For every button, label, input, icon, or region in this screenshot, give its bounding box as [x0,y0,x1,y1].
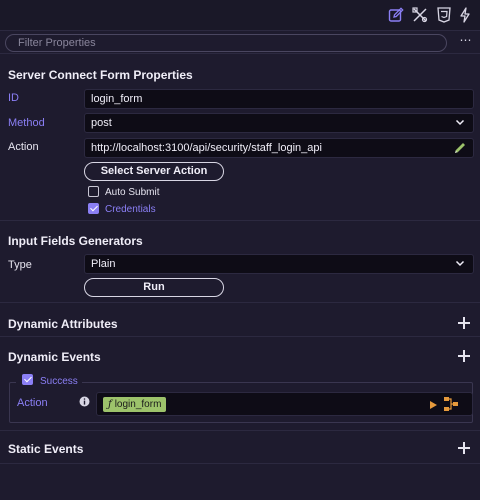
run-button[interactable]: Run [84,278,224,297]
type-select[interactable]: Plain [84,254,474,274]
event-action-field[interactable]: ƒ login_form [96,392,473,416]
properties-toolbar [0,0,480,30]
action-label: Action [8,141,39,153]
tools-icon[interactable] [411,6,429,24]
event-action-label: Action [17,397,48,409]
add-dynamic-event-icon[interactable] [458,350,470,362]
credentials-checkbox[interactable] [88,203,99,214]
input-generators-title: Input Fields Generators [8,234,143,248]
divider [0,430,480,431]
form-properties-title: Server Connect Form Properties [8,68,193,82]
auto-submit-label: Auto Submit [105,187,160,198]
chevron-down-icon [455,260,465,267]
type-label: Type [8,259,32,271]
filter-bar: ⋯ [0,30,480,54]
id-input[interactable]: login_form [84,89,474,109]
credentials-label: Credentials [105,204,156,215]
success-label: Success [40,376,78,387]
select-server-action-button[interactable]: Select Server Action [84,162,224,181]
info-icon[interactable] [79,396,90,407]
static-events-title: Static Events [8,442,84,456]
id-value: login_form [91,93,143,105]
css3-icon[interactable] [435,6,453,24]
success-event-legend: Success [16,373,82,387]
edit-icon[interactable] [387,6,405,24]
lightning-icon[interactable] [456,6,474,24]
action-value: http://localhost:3100/api/security/staff… [91,142,322,154]
action-chip-label: login_form [114,399,162,410]
pencil-icon[interactable] [453,141,467,155]
action-chip[interactable]: ƒ login_form [103,397,167,412]
more-options-button[interactable]: ⋯ [458,33,474,51]
type-value: Plain [91,258,116,270]
add-static-event-icon[interactable] [458,442,470,454]
chevron-down-icon [455,119,465,126]
function-icon: ƒ [108,399,112,410]
action-picker-icon[interactable] [443,396,459,412]
method-value: post [91,117,112,129]
divider [0,336,480,337]
method-label: Method [8,117,45,129]
play-arrow-icon[interactable] [430,401,437,409]
dynamic-attributes-title: Dynamic Attributes [8,317,118,331]
divider [0,463,480,464]
action-input[interactable]: http://localhost:3100/api/security/staff… [84,138,474,158]
method-select[interactable]: post [84,113,474,133]
id-label: ID [8,92,19,104]
divider [0,220,480,221]
success-checkbox[interactable] [22,374,33,385]
auto-submit-checkbox[interactable] [88,186,99,197]
add-dynamic-attribute-icon[interactable] [458,317,470,329]
dynamic-events-title: Dynamic Events [8,350,101,364]
divider [0,302,480,303]
filter-properties-input[interactable] [5,34,447,52]
